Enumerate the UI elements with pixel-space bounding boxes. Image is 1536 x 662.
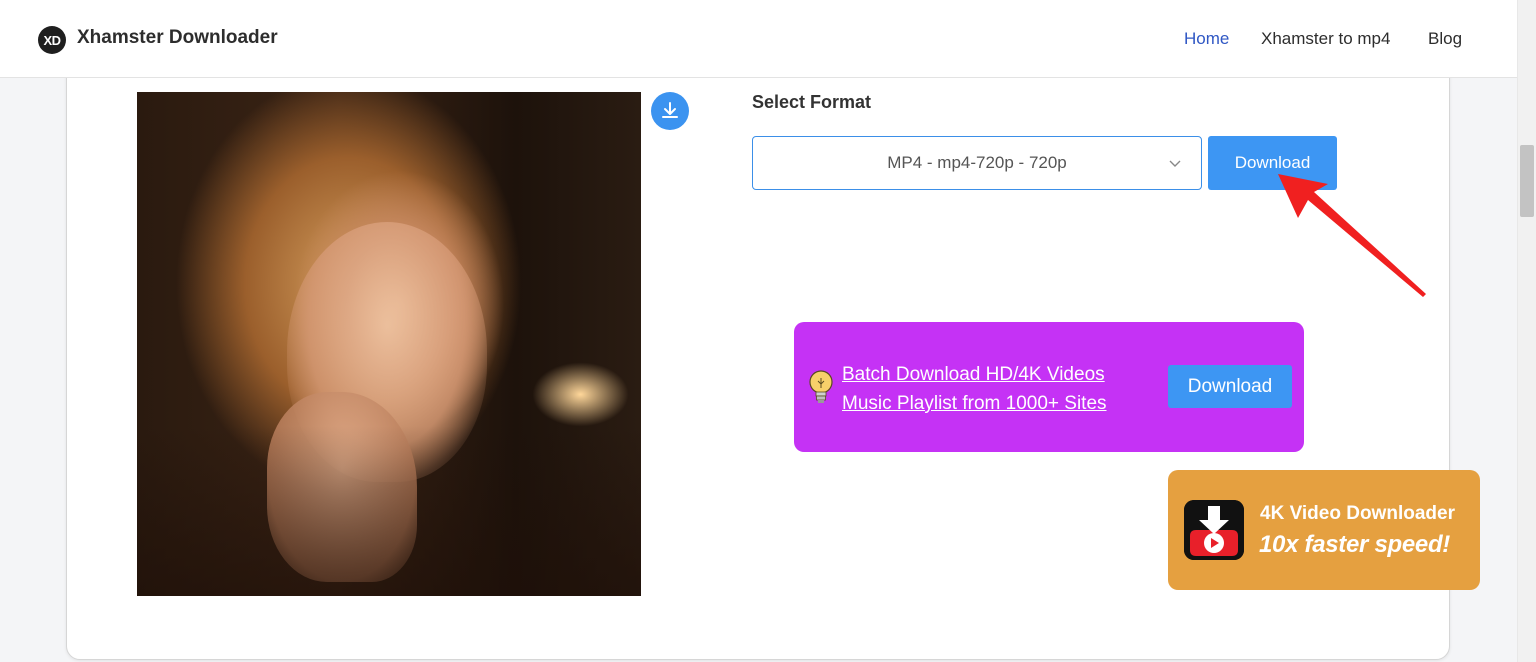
4k-downloader-app-icon <box>1184 500 1244 560</box>
download-arrow-icon <box>662 102 678 118</box>
ad-subtitle: 10x faster speed! <box>1259 531 1451 558</box>
batch-download-link[interactable]: Batch Download HD/4K Videos Music Playli… <box>842 360 1142 418</box>
4k-downloader-ad[interactable]: 4K Video Downloader 10x faster speed! <box>1168 470 1480 590</box>
video-thumbnail <box>137 92 641 596</box>
lightbulb-icon <box>809 370 833 403</box>
batch-download-promo: Batch Download HD/4K Videos Music Playli… <box>794 322 1304 452</box>
thumbnail-download-icon[interactable] <box>651 92 689 130</box>
select-format-label: Select Format <box>752 92 872 112</box>
promo-download-button[interactable]: Download <box>1168 365 1292 408</box>
format-select-value: MP4 - mp4-720p - 720p <box>887 153 1067 172</box>
red-pointer-arrow <box>1278 174 1426 297</box>
promo-line-1: Batch Download HD/4K Videos <box>842 364 1105 385</box>
logo-badge[interactable]: XD <box>38 26 66 54</box>
scrollbar-thumb[interactable] <box>1520 145 1534 217</box>
format-select[interactable]: MP4 - mp4-720p - 720p <box>752 136 1202 190</box>
promo-line-2: Music Playlist from 1000+ Sites <box>842 393 1107 414</box>
4k-downloader-logo-icon <box>1184 500 1244 560</box>
nav-blog[interactable]: Blog <box>1428 29 1462 49</box>
nav-home[interactable]: Home <box>1184 29 1229 49</box>
chevron-down-icon <box>1169 160 1181 167</box>
site-title[interactable]: Xhamster Downloader <box>77 27 278 49</box>
ad-title: 4K Video Downloader <box>1260 503 1455 524</box>
page-scrollbar[interactable] <box>1517 0 1536 662</box>
site-header: XD Xhamster Downloader Home Xhamster to … <box>0 0 1517 78</box>
thumbnail-shade <box>137 426 641 596</box>
nav-xhamster-to-mp4[interactable]: Xhamster to mp4 <box>1261 29 1390 49</box>
